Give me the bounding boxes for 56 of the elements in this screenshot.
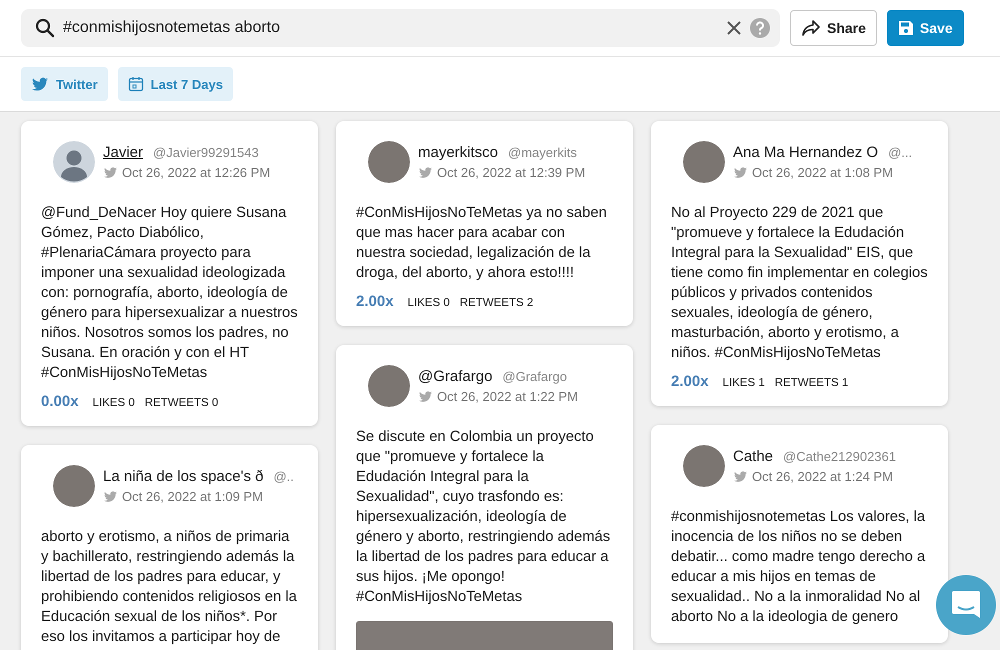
tweet-time: Oct 26, 2022 at 1:24 PM <box>752 469 893 484</box>
likes-count: LIKES 1 <box>722 377 765 389</box>
retweets-count: RETWEETS 0 <box>144 397 218 409</box>
avatar-photo <box>683 445 725 487</box>
tweet-time: Oct 26, 2022 at 1:08 PM <box>752 165 893 180</box>
tweet-text: #conmishijosnotemetas Los valores, la inocencia de los niños no se deben debatir... como madre tengo derecho a educar a mis hijos en temas de sexualidad.. No a la inmoralidad No al aborto No a la ideologia de genero <box>671 508 926 627</box>
retweets-count: RETWEETS 2 <box>460 297 534 309</box>
retweets-count: RETWEETS 1 <box>774 377 848 389</box>
engagement-multiplier: 0.00x <box>41 393 79 410</box>
tweet-time: Oct 26, 2022 at 1:22 PM <box>437 389 578 404</box>
search-icon <box>35 18 55 38</box>
author-handle: @... <box>888 145 912 160</box>
avatar-photo <box>683 141 725 183</box>
author-handle: @Grafargo <box>502 369 567 384</box>
avatar-photo <box>368 141 410 183</box>
save-button[interactable]: Save <box>886 10 964 46</box>
bird-icon <box>418 166 433 179</box>
avatar-photo <box>368 365 410 407</box>
tweet-text: aborto y erotismo, a niños de primaria y bachillerato, restringiendo además la libertad de los padres para educar, y prohibiendo contenidos religiosos en la Educación sexual de los niños*. Por eso los invitamos a participar hoy de <box>41 528 298 647</box>
author-name[interactable]: Javier <box>103 144 144 161</box>
author-handle: @Cathe212902361 <box>783 449 896 464</box>
author-name[interactable]: mayerkitsco <box>418 144 498 161</box>
tweet-text: Se discute en Colombia un proyecto que "promueve y fortalece la Edudación Integral para la Sexualidad", cuyo trasfondo es: hipersexualización, ideología de género y aborto, restringiendo además la libertad de los padres para educar a sus hijos. ¡Me opongo! #ConMisHijosNoTeMetas <box>356 428 612 607</box>
share-button[interactable]: Share <box>790 10 877 46</box>
tweet-text: #ConMisHijosNoTeMetas ya no saben que mas hacer para acabar con nuestra sociedad, legalización de la droga, del aborto, y ahora esto!!!! <box>356 204 608 283</box>
search-input[interactable]: #conmishijosnotemetas aborto <box>63 19 718 37</box>
author-handle: @mayerkits <box>508 145 577 160</box>
bird-icon <box>103 490 118 503</box>
tweet-text: @Fund_DeNacer Hoy quiere Susana Gómez, Pacto Diabólico, #PlenariaCámara proyecto para imponer una sexualidad ideologizada con: pornografía, aborto, ideología de género para hipersexualizar a nuestros niños. Nosotros somos los padres, no Susana. En oración y con el HT #ConMisHijosNoTeMetas <box>41 204 298 383</box>
author-name[interactable]: Ana Ma Hernandez O <box>733 144 878 161</box>
avatar-photo <box>53 465 95 507</box>
calendar-icon <box>128 76 144 92</box>
author-handle: @.. <box>273 469 294 484</box>
clear-icon[interactable] <box>726 20 742 36</box>
help-icon[interactable] <box>750 18 770 38</box>
share-icon <box>801 19 821 37</box>
author-name[interactable]: Cathe <box>733 448 774 465</box>
engagement-multiplier: 2.00x <box>356 293 394 310</box>
bird-icon <box>733 166 748 179</box>
chat-bubble-icon[interactable] <box>936 575 996 635</box>
tweet-time: Oct 26, 2022 at 12:26 PM <box>122 165 270 180</box>
engagement-multiplier: 2.00x <box>671 373 709 390</box>
author-name[interactable]: @Grafargo <box>418 368 492 385</box>
bird-icon <box>31 76 49 92</box>
bird-icon <box>418 390 433 403</box>
search-field[interactable]: #conmishijosnotemetas aborto <box>21 9 780 47</box>
likes-count: LIKES 0 <box>408 297 450 309</box>
tweet-text: No al Proyecto 229 de 2021 que "promueve y fortalece la Edudación Integral para la Sexualidad" EIS, que tiene como fin implementar en colegios públicos y privados contenidos sexuales, ideología de género, masturbación, aborto y erotismo, a niños. #ConMisHijosNoTeMetas <box>671 204 928 363</box>
bird-icon <box>103 166 118 179</box>
bird-icon <box>733 470 748 483</box>
author-name[interactable]: La niña de los space's ð <box>103 468 264 485</box>
avatar-silhouette <box>53 141 95 183</box>
author-handle: @Javier99291543 <box>153 145 259 160</box>
likes-count: LIKES 0 <box>92 397 135 409</box>
tweet-time: Oct 26, 2022 at 12:39 PM <box>437 165 586 180</box>
tweet-time: Oct 26, 2022 at 1:09 PM <box>122 489 263 504</box>
